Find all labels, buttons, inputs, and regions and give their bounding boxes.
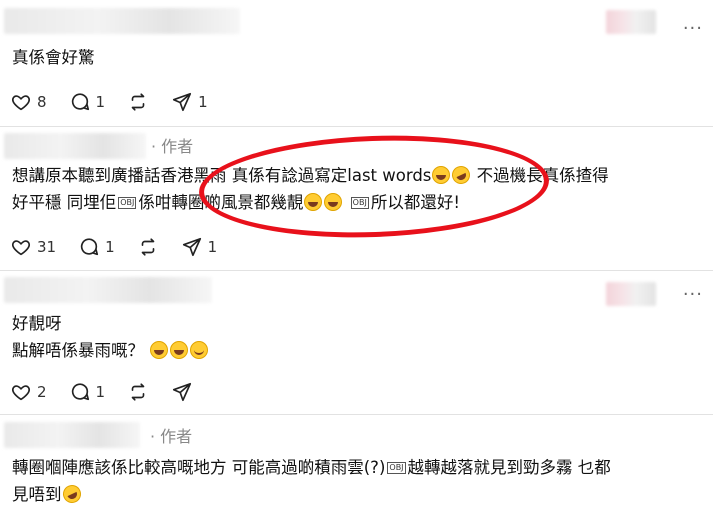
author-name-redacted[interactable] (4, 277, 212, 303)
author-name-redacted[interactable] (4, 133, 146, 159)
more-options-icon[interactable]: ··· (683, 286, 703, 304)
comment-icon (80, 238, 99, 256)
comment-line: 點解唔係暴雨嘅？ (12, 337, 699, 364)
comment-actions: 2 1 (10, 381, 215, 403)
share-count: 1 (198, 93, 208, 111)
repost-button[interactable] (127, 381, 149, 403)
repost-button[interactable] (127, 91, 149, 113)
like-button[interactable]: 31 (10, 236, 56, 258)
like-count: 31 (37, 238, 57, 256)
comment-line: 真係會好驚 (12, 48, 95, 67)
comment-line-text: 轉圈嗰陣應該係比較高嘅地方 可能高過啲積雨雲(?) (12, 458, 386, 477)
share-button[interactable]: 1 (181, 236, 218, 258)
more-options-icon[interactable]: ··· (683, 20, 703, 38)
repost-button[interactable] (137, 236, 159, 258)
like-count: 8 (37, 93, 47, 111)
comment-actions: 31 1 1 (10, 236, 239, 258)
red-circle-annotation (197, 129, 551, 244)
like-button[interactable]: 8 (10, 91, 47, 113)
reply-button[interactable]: 1 (69, 381, 106, 403)
share-count: 1 (207, 238, 218, 256)
share-icon (173, 92, 192, 112)
repost-icon (141, 238, 154, 256)
share-button[interactable] (171, 381, 193, 403)
grin-emoji-icon (170, 341, 189, 359)
divider (0, 126, 713, 127)
like-button[interactable]: 2 (10, 381, 47, 403)
repost-icon (131, 93, 145, 111)
comment-text: 真係會好驚 (12, 44, 699, 71)
share-icon (182, 237, 201, 257)
reply-button[interactable]: 1 (69, 91, 106, 113)
comment-line: 見唔到 (12, 481, 699, 508)
comment-line-text: 越轉越落就見到勁多霧 乜都 (407, 458, 611, 477)
heart-icon (11, 385, 31, 401)
control-char-icon: OBJ (387, 462, 406, 474)
comment-icon (71, 383, 89, 401)
control-char-icon: OBJ (118, 197, 137, 209)
author-avatar-redacted[interactable] (606, 282, 656, 306)
reply-button[interactable]: 1 (78, 236, 115, 258)
divider (0, 270, 713, 271)
like-count: 2 (37, 383, 47, 401)
heart-icon (11, 95, 31, 111)
share-icon (173, 382, 192, 402)
divider (0, 414, 713, 415)
author-badge: · 作者 (150, 427, 193, 446)
comment-line: 好靚呀 (12, 314, 62, 333)
author-avatar-redacted[interactable] (606, 10, 656, 34)
comment-text: 好靚呀 點解唔係暴雨嘅？ (12, 310, 699, 364)
comment-line-text: 好平穩 同埋佢 (12, 193, 117, 212)
laughing-emoji-icon (59, 482, 84, 506)
grin-emoji-icon (150, 341, 169, 359)
comment-line: 轉圈嗰陣應該係比較高嘅地方 可能高過啲積雨雲(?) OBJ 越轉越落就見到勁多霧 乜… (12, 454, 699, 481)
heart-icon (11, 240, 31, 256)
share-button[interactable]: 1 (171, 91, 208, 113)
comment-actions: 8 1 1 (10, 91, 230, 113)
author-badge: · 作者 (151, 137, 194, 156)
author-name-redacted[interactable] (4, 8, 240, 34)
reply-count: 1 (105, 238, 115, 256)
author-name-redacted[interactable] (4, 422, 140, 448)
comment-line-text: 點解唔係暴雨嘅？ (12, 341, 144, 360)
reply-count: 1 (95, 93, 106, 111)
comment-line-text: 見唔到 (12, 485, 62, 504)
comment-text: 轉圈嗰陣應該係比較高嘅地方 可能高過啲積雨雲(?) OBJ 越轉越落就見到勁多霧 乜… (12, 454, 699, 508)
smile-emoji-icon (190, 341, 209, 359)
comment-icon (71, 93, 89, 111)
reply-count: 1 (95, 383, 106, 401)
repost-icon (131, 383, 145, 401)
